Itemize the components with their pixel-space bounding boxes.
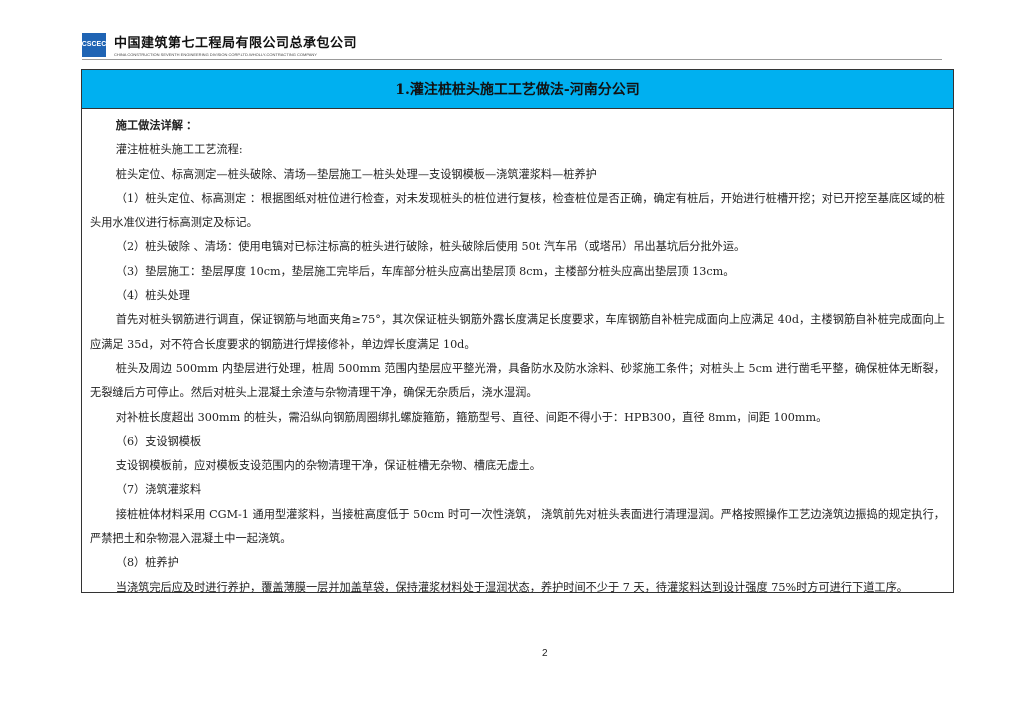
- company-logo: CSCEC: [82, 32, 106, 57]
- paragraph: 对补桩长度超出 300mm 的桩头，需沿纵向钢筋周圈绑扎螺旋箍筋，箍筋型号、直径…: [115, 410, 828, 424]
- paragraph: 灌注桩桩头施工工艺流程:: [115, 143, 243, 157]
- paragraph: 首先对桩头钢筋进行调直，保证钢筋与地面夹角≥75°，其次保证桩头钢筋外露长度满足…: [90, 313, 945, 351]
- paragraph: 接桩桩体材料采用 CGM-1 通用型灌浆料，当接桩高度低于 50cm 时可一次性…: [90, 507, 945, 546]
- header-divider: [82, 59, 942, 60]
- page-number: 2: [542, 648, 548, 659]
- paragraph: （1）桩头定位、标高测定 ：根据图纸对桩位进行检查，对未发现桩头的桩位进行复核，…: [90, 191, 945, 230]
- paragraph: 桩头及周边 500mm 内垫层进行处理，桩周 500mm 范围内垫层应平整光滑，…: [90, 361, 945, 400]
- section-heading: 施工做法详解 ：: [115, 120, 198, 132]
- paragraph: 桩头定位、标高测定—桩头破除、清场—垫层施工—桩头处理—支设钢模板—浇筑灌浆料—…: [115, 167, 597, 181]
- paragraph: （4）桩头处理: [115, 289, 190, 303]
- content-table: 1.灌注桩桩头施工工艺做法-河南分公司 施工做法详解 ： 灌注桩桩头施工工艺流程…: [81, 69, 954, 594]
- paragraph: （3）垫层施工：垫层厚度 10cm，垫层施工完毕后，车库部分桩头应高出垫层顶 8…: [115, 264, 735, 278]
- section-title: 1.灌注桩桩头施工工艺做法-河南分公司: [82, 70, 953, 109]
- paragraph: （8）桩养护: [115, 556, 179, 570]
- company-name-cn: 中国建筑第七工程局有限公司总承包公司: [114, 35, 358, 50]
- content-body: 施工做法详解 ： 灌注桩桩头施工工艺流程: 桩头定位、标高测定—桩头破除、清场—垫…: [82, 109, 953, 600]
- paragraph: （7）浇筑灌浆料: [115, 483, 202, 497]
- company-header: CSCEC 中国建筑第七工程局有限公司总承包公司 CHINA CONSTRUCT…: [82, 32, 357, 57]
- paragraph: 当浇筑完后应及时进行养护，覆盖薄膜一层并加盖草袋，保持灌浆材料处于湿润状态，养护…: [115, 580, 908, 594]
- paragraph: 支设钢模板前，应对模板支设范围内的杂物清理干净，保证桩槽无杂物、槽底无虚土。: [115, 459, 541, 473]
- paragraph: （6）支设钢模板: [115, 434, 202, 448]
- company-name-en: CHINA CONSTRUCTION SEVENTH ENGINEERING D…: [114, 52, 317, 57]
- paragraph: （2）桩头破除 、清场：使用电镐对已标注标高的桩头进行破除，桩头破除后使用 50…: [115, 240, 746, 254]
